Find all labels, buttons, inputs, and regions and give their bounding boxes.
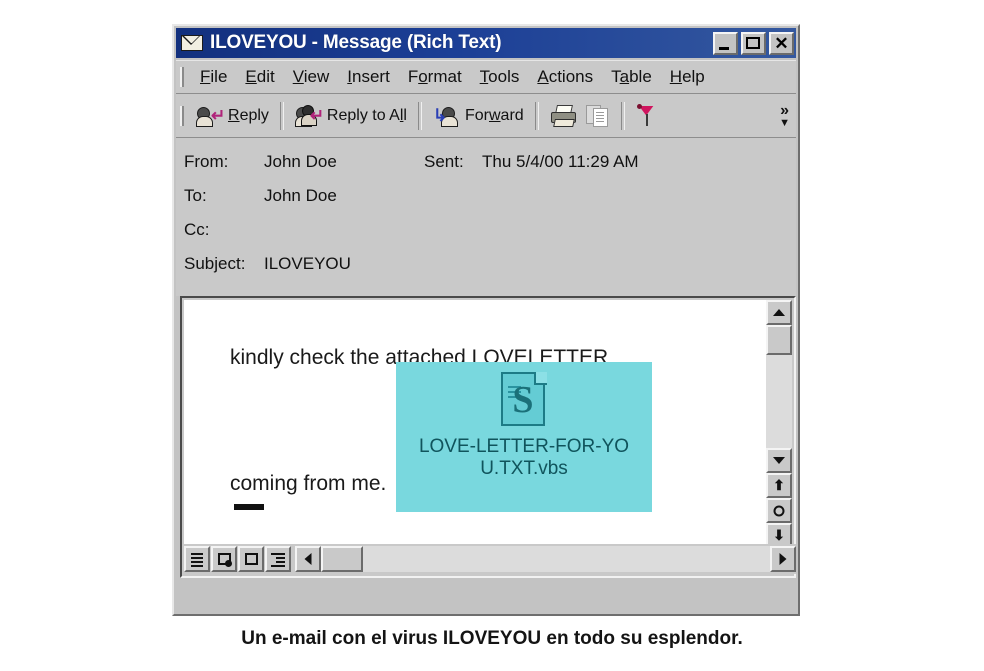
reply-to-all-button[interactable]: ↵ Reply to All [290,102,412,130]
toolbar-separator [279,101,284,130]
web-layout-view-button[interactable] [211,546,237,572]
header-row-from: From: John Doe Sent: Thu 5/4/00 11:29 AM [184,152,796,186]
menu-item-insert[interactable]: Insert [338,65,399,89]
message-body-canvas[interactable]: kindly check the attached LOVELETTER com… [184,300,768,548]
window-title: ILOVEYOU - Message (Rich Text) [210,32,502,53]
reply-button[interactable]: ↵ Reply [191,102,274,130]
lines-icon [191,553,203,567]
print-button[interactable] [545,102,581,130]
forward-label: Forward [464,106,524,124]
reply-to-all-label: Reply to All [326,106,407,124]
forward-icon: ↳ [433,105,461,127]
to-value[interactable]: John Doe [264,186,424,206]
minimize-button[interactable] [713,31,738,55]
header-row-to: To: John Doe [184,186,796,220]
menu-item-tools[interactable]: Tools [471,65,529,89]
from-value[interactable]: John Doe [264,152,424,172]
outline-icon [271,553,285,569]
bottom-bar [184,544,796,574]
double-arrow-down-icon: ⬇ [773,527,785,543]
scroll-right-button[interactable] [770,546,796,572]
envelope-icon [181,35,203,51]
toolbar-overflow-button[interactable]: » ▼ [779,102,790,129]
message-header-fields: From: John Doe Sent: Thu 5/4/00 11:29 AM… [176,138,796,296]
message-body-pane: kindly check the attached LOVELETTER com… [180,296,796,578]
text-cursor-underline [234,504,264,510]
horizontal-scroll-track[interactable] [363,546,770,572]
normal-view-button[interactable] [184,546,210,572]
cc-label: Cc: [184,220,210,239]
message-body-line-2: coming from me. [230,472,387,495]
menu-bar: File Edit View Insert Format Tools Actio… [176,60,796,94]
forward-button[interactable]: ↳ Forward [428,102,529,130]
menu-item-table[interactable]: Table [602,65,661,89]
close-icon: ✕ [774,33,789,53]
subject-label: Subject: [184,254,246,273]
arrow-down-icon [773,457,785,464]
double-arrow-up-icon: ⬆ [773,477,785,493]
title-bar[interactable]: ILOVEYOU - Message (Rich Text) ✕ [176,28,796,58]
toolbar: ↵ Reply ↵ Reply to All ↳ Forward » ▼ [176,94,796,138]
caption-buttons: ✕ [713,31,794,55]
toolbar-drag-handle[interactable] [180,105,184,126]
sent-value: Thu 5/4/00 11:29 AM [482,152,639,171]
globe-icon [225,560,232,567]
outline-view-button[interactable] [265,546,291,572]
print-layout-view-button[interactable] [238,546,264,572]
printer-icon [550,104,576,127]
close-button[interactable]: ✕ [769,31,794,55]
outlook-message-window: ILOVEYOU - Message (Rich Text) ✕ File Ed… [172,24,800,616]
flag-button[interactable] [631,101,663,131]
reply-icon: ↵ [196,105,225,127]
menu-item-edit[interactable]: Edit [236,65,283,89]
page-outline-icon [245,553,258,565]
menu-item-view[interactable]: View [284,65,339,89]
subject-value: ILOVEYOU [264,254,351,273]
header-row-subject: Subject: ILOVEYOU [184,254,796,288]
arrow-right-icon [779,553,787,565]
scroll-up-button[interactable] [766,300,792,325]
menu-item-format[interactable]: Format [399,65,471,89]
attachment-filename: LOVE-LETTER-FOR-YOU.TXT.vbs [418,436,630,480]
menu-item-actions[interactable]: Actions [528,65,602,89]
to-label: To: [184,186,207,205]
toolbar-separator [620,101,625,130]
previous-page-button[interactable]: ⬆ [766,473,792,498]
menu-item-file[interactable]: File [191,65,236,89]
maximize-button[interactable] [741,31,766,55]
message-body-area: kindly check the attached LOVELETTER com… [180,296,796,578]
arrow-up-icon [773,309,785,316]
vertical-scrollbar[interactable]: ⬆ ⬇ [766,300,792,548]
flag-icon [636,103,658,128]
chevron-down-icon: ▼ [779,116,790,129]
header-row-cc: Cc: [184,220,796,254]
sent-label: Sent: [424,152,464,171]
scroll-down-button[interactable] [766,448,792,473]
menu-item-help[interactable]: Help [661,65,714,89]
horizontal-scroll-thumb[interactable] [321,546,363,572]
select-browse-object-button[interactable] [766,498,792,523]
vertical-scroll-thumb[interactable] [766,325,792,355]
vertical-scroll-track[interactable] [766,355,792,448]
menu-drag-handle[interactable] [180,67,184,87]
scroll-left-button[interactable] [295,546,321,572]
figure-caption: Un e-mail con el virus ILOVEYOU en todo … [241,628,743,649]
attachment-selection-block[interactable]: S LOVE-LETTER-FOR-YOU.TXT.vbs [396,362,652,512]
from-label: From: [184,152,229,171]
arrow-left-icon [304,553,312,565]
toolbar-separator [534,101,539,130]
copy-button[interactable] [581,102,615,130]
vbscript-file-icon: S [501,372,547,428]
copy-pages-icon [585,104,610,127]
circle-icon [773,505,785,516]
reply-label: Reply [228,106,269,124]
reply-all-icon: ↵ [294,104,324,127]
toolbar-separator [417,101,422,130]
